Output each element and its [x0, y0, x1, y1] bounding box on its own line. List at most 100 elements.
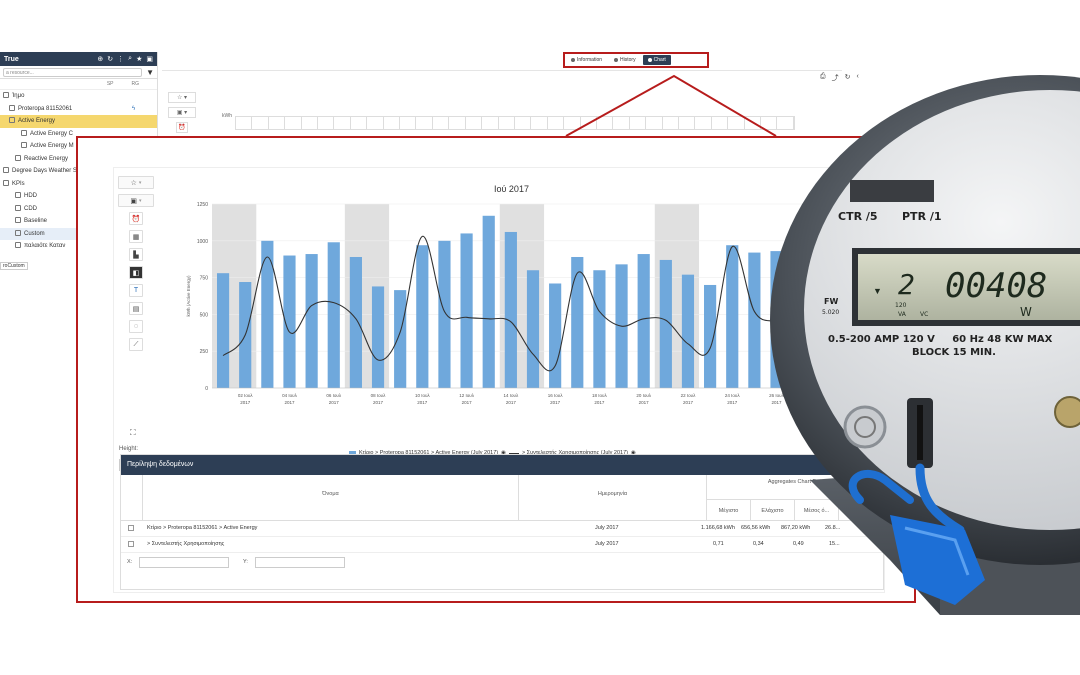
footer-y-input[interactable] — [255, 557, 345, 568]
refresh-icon[interactable]: ↻ — [107, 55, 113, 63]
bg-strip-cell — [285, 117, 302, 129]
bg-strip-cell — [416, 117, 433, 129]
row-checkbox[interactable] — [128, 525, 134, 531]
table-row[interactable]: Κτίριο > Proteropa 81152061 > Active Ene… — [121, 521, 883, 537]
bar — [504, 231, 517, 388]
x-tick-label: 04 Ιουλ — [282, 393, 297, 398]
star-outline-icon: ☆ — [130, 179, 137, 187]
footer-x-input[interactable] — [139, 557, 229, 568]
chart-view: ☆▾ ▣▾ ⏰ ▦ ▙ ◧ T ▤ ◌ ⟋ ⛶ Height: 500 Ιού … — [114, 168, 885, 592]
x-tick-label: 16 Ιουλ — [548, 393, 563, 398]
tab-label: Chart — [653, 57, 666, 63]
resource-search-input[interactable]: a resource... — [3, 67, 143, 77]
table-row[interactable]: > Συντελεστής Χρησιμοποίησης July 2017 0… — [121, 537, 883, 553]
bg-strip-cell — [515, 117, 532, 129]
bar — [371, 286, 385, 388]
alarm-button[interactable]: ⏰ — [129, 212, 143, 225]
more-icon[interactable]: ⋮ — [117, 55, 124, 63]
x-tick-year: 2017 — [639, 400, 650, 405]
sidebar-footer-label: roCustom — [0, 262, 28, 270]
bg-strip-cell — [384, 117, 401, 129]
x-tick-year: 2017 — [462, 400, 473, 405]
tree-item-label: Custom — [24, 230, 45, 237]
meter-fw-version: 5.020 — [822, 309, 839, 316]
bg-strip-cell — [630, 117, 647, 129]
calendar-button[interactable]: ▦ — [129, 230, 143, 243]
star-dropdown[interactable]: ☆ ▾ — [118, 176, 154, 189]
y-axis-label: kWh (Active Energy) — [186, 275, 191, 317]
chart-side-toolbar: ☆ ▾ ▣ ▾ ⏰ ▦ ▙ ◧ T ▤ ◌ ⟋ — [118, 176, 156, 356]
image-dropdown[interactable]: ▣ ▾ — [118, 194, 154, 207]
bg-strip-cell — [367, 117, 384, 129]
bar — [394, 290, 407, 388]
x-tick-year: 2017 — [594, 400, 605, 405]
tab-label: History — [620, 57, 636, 63]
row-max: 1.166,68 kWh — [701, 525, 735, 531]
search-icon[interactable]: ⌕ — [128, 55, 132, 63]
trend-button[interactable]: ⟋ — [129, 338, 143, 351]
bar — [438, 240, 451, 388]
image-icon[interactable]: ▣ — [146, 55, 153, 63]
row-checkbox[interactable] — [128, 541, 134, 547]
stacked-chart-button[interactable]: ▤ — [129, 302, 143, 315]
comment-button[interactable]: ◌ — [129, 320, 143, 333]
x-tick-year: 2017 — [284, 400, 295, 405]
bg-strip-cell — [548, 117, 565, 129]
bg-star-button[interactable]: ☆ ▾ — [168, 92, 196, 103]
tab-information[interactable]: Information — [566, 55, 607, 65]
data-button[interactable]: ◧ — [129, 266, 143, 279]
tree-item[interactable]: Ίημο — [0, 90, 157, 103]
bg-strip-cell — [581, 117, 597, 129]
bg-strip-cell — [269, 117, 286, 129]
meter-display-value: 00408 — [945, 266, 1047, 306]
electric-meter-photo: CTR /5 PTR /1 FW 5.020 ▼ 2 00408 W 120 V… — [770, 75, 1080, 615]
sidebar-tools: ⊕ ↻ ⋮ ⌕ ★ ▣ — [97, 55, 153, 63]
data-icon: ◧ — [132, 269, 140, 277]
row-date: July 2017 — [595, 541, 619, 547]
sidebar-columns: SP RG — [0, 79, 157, 90]
bar — [526, 270, 540, 388]
bg-strip-cell — [531, 117, 548, 129]
tree-item-label: CDD — [24, 205, 37, 212]
bar — [349, 256, 362, 388]
tree-item-label: Ίημο — [12, 93, 25, 99]
meter-lcd-va: VA — [898, 311, 907, 318]
bar-chart-button[interactable]: ▙ — [129, 248, 143, 261]
tree-item[interactable]: Active Energy — [0, 115, 157, 128]
fit-screen-icon[interactable]: ⛶ — [130, 428, 136, 438]
x-tick-label: 14 Ιουλ — [503, 393, 518, 398]
tree-item[interactable]: Proteropa 81152061 ϟ — [0, 103, 157, 116]
meter-plate-label — [850, 180, 934, 202]
text-button[interactable]: T — [129, 284, 143, 297]
bar — [571, 256, 584, 388]
col-name: Όνομα — [143, 475, 519, 521]
meter-spec-line: 0.5-200 AMP 120 V 60 Hz 48 KW MAX — [828, 334, 1053, 345]
bg-strip-cell — [318, 117, 335, 129]
filter-icon[interactable]: ▼ — [146, 68, 154, 77]
bar — [216, 273, 230, 388]
meter-lcd-vc: VC — [920, 311, 928, 318]
star-icon[interactable]: ★ — [136, 55, 142, 63]
bg-strip-cell — [302, 117, 319, 129]
x-tick-label: 02 Ιουλ — [238, 393, 253, 398]
sidebar-title: True — [4, 55, 19, 63]
footer-x-label: X: — [127, 559, 133, 565]
bg-strip-cell — [334, 117, 351, 129]
bar — [593, 270, 606, 388]
x-tick-year: 2017 — [550, 400, 561, 405]
tab-history[interactable]: History — [609, 55, 641, 65]
bg-image-button[interactable]: ▣ ▾ — [168, 107, 196, 118]
bg-alarm-button[interactable]: ⏰ — [176, 122, 188, 133]
tab-chart[interactable]: Chart — [642, 55, 671, 65]
meter-ptr-text: PTR /1 — [902, 210, 942, 223]
sidebar-search-row: a resource... ▼ — [0, 66, 157, 79]
chart-plot: 0 250 500 750 1000 1250 kWh (Active Energy) 02 … — [186, 202, 854, 405]
bg-strip-cell — [564, 117, 581, 129]
add-icon[interactable]: ⊕ — [97, 55, 103, 63]
tree-node-icon — [3, 167, 9, 174]
bg-strip-cell — [695, 117, 712, 129]
tree-node-icon — [15, 242, 21, 249]
x-tick-year: 2017 — [240, 400, 251, 405]
tree-item-label: KPIs — [12, 180, 25, 187]
col-name-label: Όνομα — [322, 491, 339, 497]
